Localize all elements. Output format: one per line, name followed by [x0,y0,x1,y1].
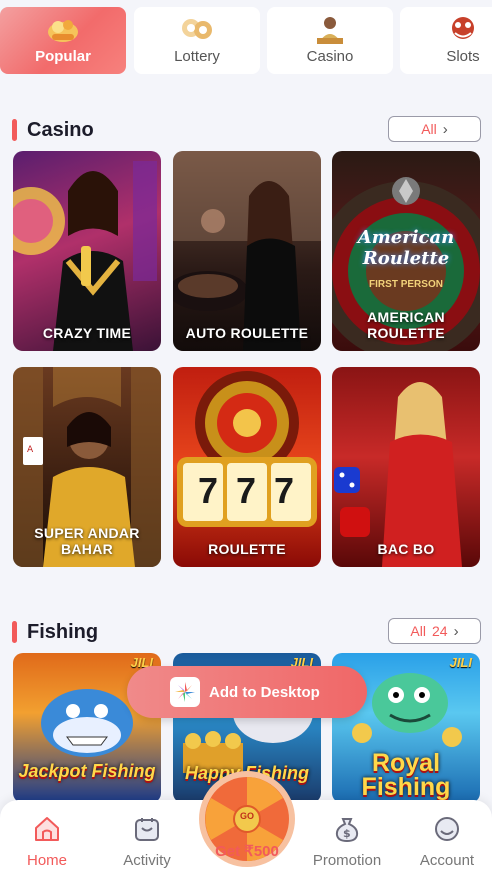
tab-label: Popular [35,48,91,65]
game-count: 24 [431,623,448,639]
fishing-game-title: Royal Fishing [361,749,451,801]
add-to-desktop-label: Add to Desktop [209,683,320,701]
tab-label: Slots [446,48,480,65]
all-label: All [421,121,437,137]
svg-text:A: A [27,445,34,455]
game-label: AUTO ROULETTE [185,325,309,341]
tab-label: Casino [306,48,354,65]
nav-activity[interactable]: Activity [107,814,187,869]
auto-roulette-art [173,151,321,351]
promotion-icon: $ [332,814,362,844]
section-title: Casino [27,119,94,141]
game-card-roulette[interactable]: 777 ROULETTE [173,367,321,567]
game-label: SUPER ANDAR BAHAR [34,525,140,557]
slot-reels-text: 777 [197,470,313,511]
popular-icon [46,14,80,44]
nav-home[interactable]: Home [7,814,87,869]
game-label: CRAZY TIME [42,325,132,341]
casino-all-button[interactable]: All › [388,116,481,142]
account-icon [432,814,462,844]
section-accent-bar [12,621,17,643]
nav-label: Promotion [312,852,382,869]
slots-icon [446,14,480,44]
nav-label: Account [419,852,475,869]
game-card-crazy-time[interactable]: CRAZY TIME [13,151,161,351]
section-title: Fishing [27,621,99,643]
game-label: ROULETTE [208,541,286,557]
roulette-art [177,371,317,527]
wheel-reward-label: Get ₹500 [215,843,279,860]
fishing-all-button[interactable]: All 24 › [388,618,481,644]
nav-label: Home [26,852,67,869]
nav-label: Activity [123,852,171,869]
chevron-right-icon: › [453,622,459,640]
american-roulette-logo: American Roulette [357,227,455,269]
chevron-right-icon: › [442,120,448,138]
nav-account[interactable]: Account [407,814,487,869]
game-label: AMERICAN ROULETTE [367,309,445,341]
game-card-american-roulette[interactable]: American Roulette FIRST PERSON AMERICAN … [332,151,480,351]
svg-text:$: $ [343,827,351,840]
game-card-bac-bo[interactable]: BAC BO [332,367,480,567]
section-accent-bar [12,119,17,141]
home-icon [32,814,62,844]
lottery-icon [180,14,214,44]
first-person-text: FIRST PERSON [369,279,443,290]
game-label: BAC BO [377,541,435,557]
casino-icon [313,14,347,44]
jili-badge: JILI [449,655,472,670]
tab-slots[interactable]: Slots [400,7,492,74]
bac-bo-art [334,382,462,567]
casino-section-header: Casino All › [12,116,481,144]
game-card-super-andar-bahar[interactable]: A SUPER ANDAR BAHAR [13,367,161,567]
crazy-time-art [13,161,157,351]
tab-casino[interactable]: Casino [267,7,393,74]
add-to-desktop-button[interactable]: Add to Desktop [127,666,367,718]
category-tabs: Popular Lottery Casino Slots [0,0,492,88]
nav-promotion[interactable]: $ Promotion [307,814,387,869]
all-label: All [410,623,426,639]
fishing-section-header: Fishing All 24 › [12,618,481,646]
activity-icon [132,814,162,844]
fishing-game-title: Jackpot Fishing [18,761,156,781]
game-card-auto-roulette[interactable]: AUTO ROULETTE [173,151,321,351]
tab-label: Lottery [174,48,220,65]
app-logo-icon [170,677,200,707]
wheel-go-text: GO [239,811,254,821]
tab-popular[interactable]: Popular [0,7,126,74]
tab-lottery[interactable]: Lottery [134,7,260,74]
